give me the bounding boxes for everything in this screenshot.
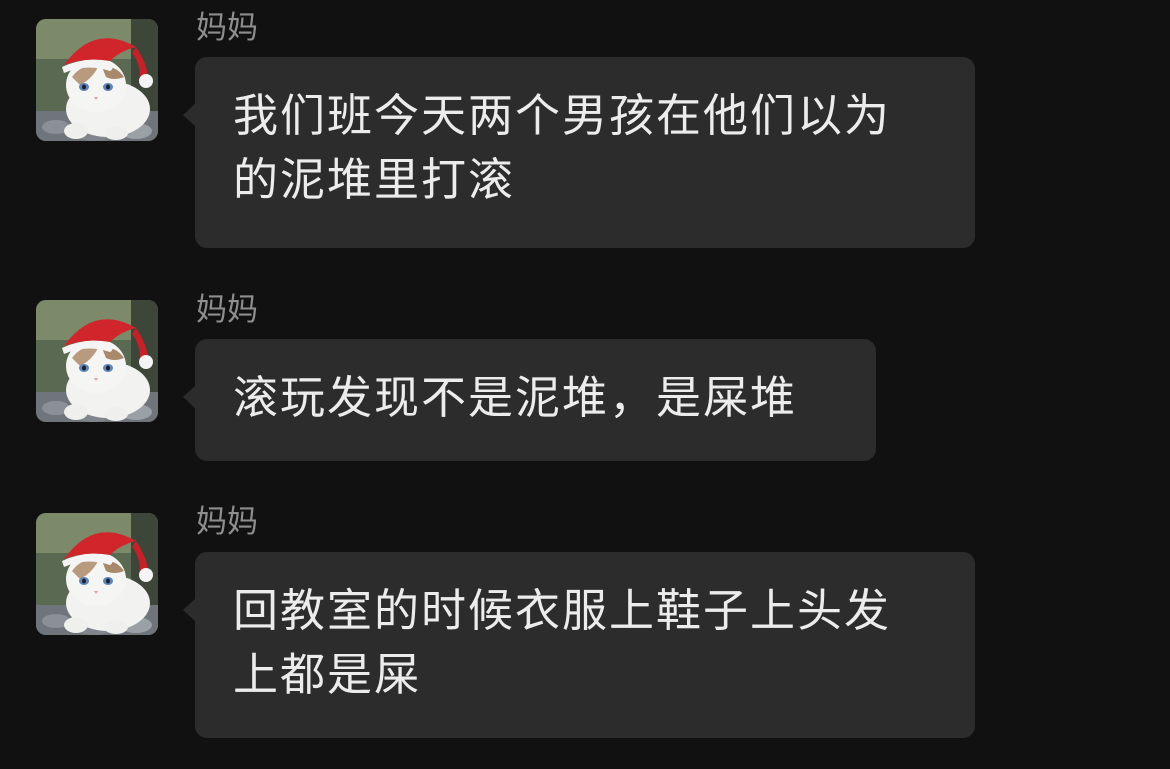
message-bubble[interactable]: 回教室的时候衣服上鞋子上头发上都是屎 <box>183 552 975 738</box>
sender-name: 妈妈 <box>196 504 258 540</box>
avatar[interactable] <box>36 300 158 422</box>
avatar-cat-santa-hat-icon <box>36 19 158 141</box>
message-bubble[interactable]: 滚玩发现不是泥堆，是屎堆 <box>183 339 876 461</box>
avatar-cat-santa-hat-icon <box>36 300 158 422</box>
avatar-cat-santa-hat-icon <box>36 513 158 635</box>
message-text: 滚玩发现不是泥堆，是屎堆 <box>233 371 798 424</box>
sender-name: 妈妈 <box>196 292 258 328</box>
message-text: 我们班今天两个男孩在他们以为的泥堆里打滚 <box>233 89 892 206</box>
message-text: 回教室的时候衣服上鞋子上头发上都是屎 <box>233 584 892 701</box>
avatar[interactable] <box>36 19 158 141</box>
sender-name: 妈妈 <box>196 10 258 46</box>
message-bubble[interactable]: 我们班今天两个男孩在他们以为的泥堆里打滚 <box>183 57 975 248</box>
avatar[interactable] <box>36 513 158 635</box>
